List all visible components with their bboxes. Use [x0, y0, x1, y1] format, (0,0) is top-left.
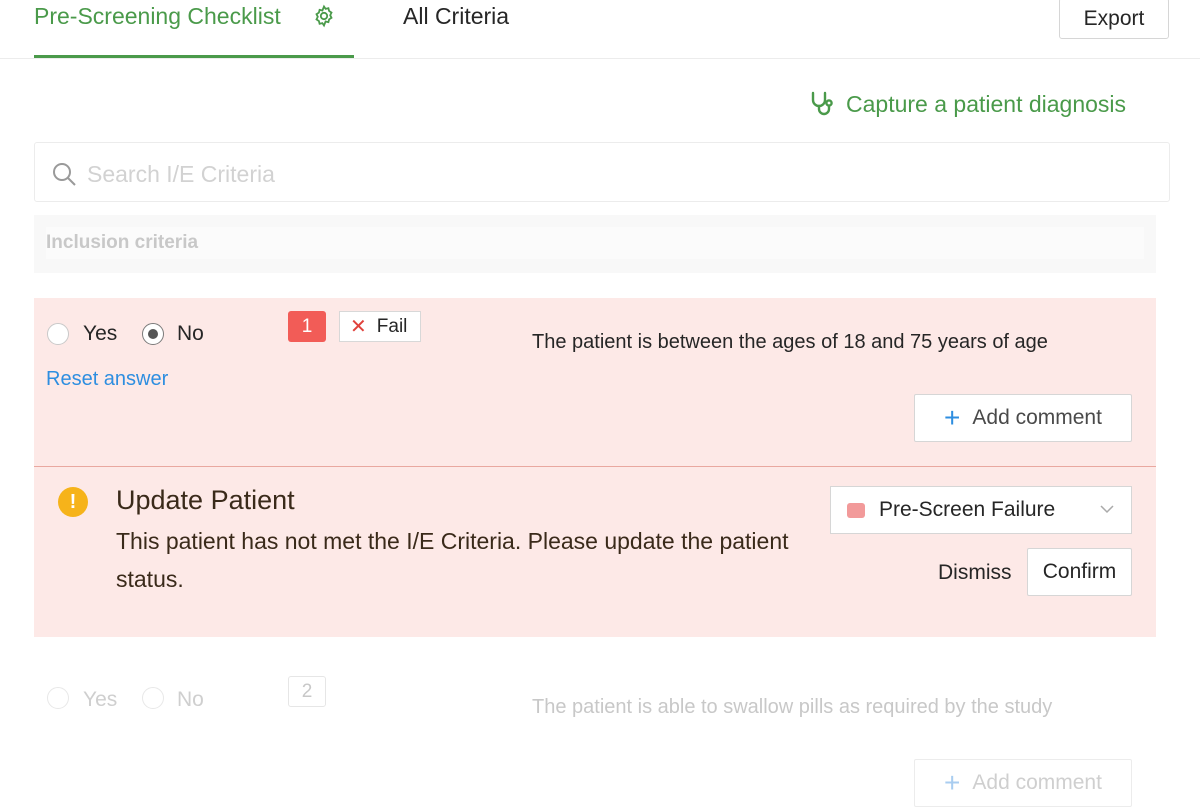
- tab-all-criteria[interactable]: All Criteria: [403, 3, 509, 30]
- reset-answer-link[interactable]: Reset answer: [46, 368, 168, 391]
- gear-icon[interactable]: [312, 4, 336, 28]
- warning-icon: !: [58, 487, 88, 517]
- alert-title: Update Patient: [116, 485, 295, 515]
- radio-yes[interactable]: [47, 687, 69, 709]
- criterion-number-badge: 2: [288, 676, 326, 707]
- search-box: [34, 142, 1170, 202]
- criterion-text: The patient is between the ages of 18 an…: [532, 331, 1048, 353]
- add-comment-label: Add comment: [972, 406, 1102, 429]
- radio-no-label: No: [177, 322, 204, 345]
- section-label: Inclusion criteria: [46, 232, 199, 253]
- capture-diagnosis-label: Capture a patient diagnosis: [846, 90, 1127, 117]
- capture-diagnosis-link[interactable]: Capture a patient diagnosis: [808, 88, 1126, 120]
- fail-status-tag: ✕ Fail: [339, 311, 421, 342]
- alert-message: This patient has not met the I/E Criteri…: [116, 528, 789, 592]
- tab-pre-screening-checklist[interactable]: Pre-Screening Checklist: [34, 0, 354, 58]
- plus-icon: +: [944, 402, 961, 433]
- radio-no-label: No: [177, 688, 204, 711]
- fail-label: Fail: [376, 315, 408, 337]
- inclusion-criteria-header: Inclusion criteria: [34, 215, 1156, 273]
- add-comment-button[interactable]: + Add comment: [914, 394, 1132, 442]
- radio-no[interactable]: [142, 323, 164, 345]
- export-button[interactable]: Export: [1059, 0, 1169, 39]
- tab-pre-screening-label: Pre-Screening Checklist: [34, 3, 281, 29]
- status-color-swatch: [847, 502, 865, 518]
- confirm-button[interactable]: Confirm: [1027, 548, 1132, 596]
- active-tab-underline: [34, 55, 354, 58]
- close-icon: ✕: [350, 316, 367, 338]
- plus-icon: +: [944, 767, 961, 798]
- dismiss-button[interactable]: Dismiss: [938, 561, 1012, 585]
- criterion-text: The patient is able to swallow pills as …: [532, 696, 1053, 718]
- radio-yes[interactable]: [47, 323, 69, 345]
- chevron-down-icon: [1100, 505, 1114, 514]
- section-header-inner: [46, 227, 1144, 259]
- search-input[interactable]: [85, 155, 1149, 193]
- add-comment-label: Add comment: [972, 771, 1102, 794]
- status-select-value: Pre-Screen Failure: [879, 498, 1056, 521]
- update-patient-alert: ! Update Patient This patient has not me…: [34, 467, 1156, 637]
- criterion-number-badge: 1: [288, 311, 326, 342]
- criterion-row: Yes No 1 ✕ Fail Reset answer The patient…: [34, 298, 1156, 467]
- criterion-row: Yes No 2 The patient is able to swallow …: [34, 637, 1156, 807]
- stethoscope-icon: [811, 91, 833, 116]
- search-icon: [53, 163, 76, 186]
- patient-status-select[interactable]: Pre-Screen Failure: [830, 486, 1132, 534]
- radio-no[interactable]: [142, 687, 164, 709]
- radio-yes-label: Yes: [83, 688, 118, 711]
- radio-yes-label: Yes: [83, 322, 118, 345]
